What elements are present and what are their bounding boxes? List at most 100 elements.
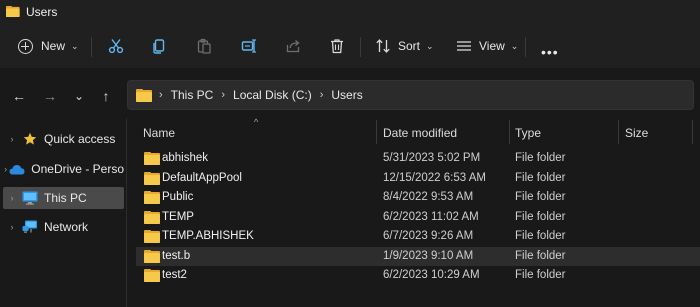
file-type: File folder [515, 152, 566, 164]
address-bar[interactable]: › This PC › Local Disk (C:) › Users [127, 80, 694, 110]
delete-button[interactable] [326, 35, 348, 57]
expand-chevron-icon[interactable]: › [4, 193, 20, 203]
paste-icon [197, 38, 211, 54]
file-date-modified: 8/4/2022 9:53 AM [383, 191, 474, 203]
monitor-icon [22, 191, 38, 205]
arrow-left-icon: ← [12, 88, 26, 104]
forward-button[interactable]: → [40, 86, 60, 106]
new-button-label: New [41, 39, 66, 53]
delete-icon [331, 39, 343, 54]
share-button[interactable] [282, 35, 304, 57]
paste-button[interactable] [193, 35, 215, 57]
pane-divider[interactable] [126, 118, 127, 307]
file-row[interactable]: Public 8/4/2022 9:53 AM File folder [136, 188, 700, 208]
sidebar-item-label: OneDrive - Perso [31, 162, 124, 176]
view-button[interactable]: View ⌄ [456, 31, 518, 61]
folder-icon [144, 269, 160, 282]
file-name: test.b [162, 249, 191, 262]
sidebar-item-label: Network [44, 220, 89, 234]
breadcrumb-separator: › [159, 89, 163, 101]
folder-icon [144, 152, 160, 165]
file-type: File folder [515, 249, 566, 262]
share-icon [286, 40, 300, 53]
new-button[interactable]: New ⌄ [18, 31, 79, 61]
sidebar-item-onedrive[interactable]: › OneDrive - Perso [0, 158, 124, 180]
file-row[interactable]: test.b 1/9/2023 9:10 AM File folder [136, 246, 700, 266]
recent-locations-button[interactable]: ⌄ [69, 86, 89, 106]
copy-button[interactable] [148, 35, 170, 57]
breadcrumb-local-disk[interactable]: Local Disk (C:) [233, 88, 312, 102]
column-resize-handle[interactable] [692, 120, 693, 144]
sidebar-item-this-pc[interactable]: › This PC [3, 187, 124, 209]
toolbar-divider [91, 37, 92, 57]
file-date-modified: 5/31/2023 5:02 PM [383, 152, 481, 164]
sidebar-item-quick-access[interactable]: › Quick access [0, 128, 124, 150]
expand-chevron-icon[interactable]: › [4, 134, 20, 144]
star-icon [22, 132, 38, 146]
folder-icon [144, 210, 160, 224]
column-header-name[interactable]: Name [143, 126, 175, 140]
folder-icon [144, 249, 160, 263]
chevron-down-icon: ⌄ [510, 40, 519, 51]
file-row[interactable]: TEMP 6/2/2023 11:02 AM File folder [136, 208, 700, 228]
cut-icon [108, 39, 124, 54]
file-type: File folder [515, 210, 566, 223]
more-options-button[interactable]: ••• [541, 37, 559, 67]
file-type: File folder [515, 230, 566, 242]
file-row[interactable]: TEMP.ABHISHEK 6/7/2023 9:26 AM File fold… [136, 227, 700, 247]
cloud-icon [9, 162, 25, 176]
column-header-date-modified[interactable]: Date modified [383, 126, 457, 140]
folder-icon [6, 6, 20, 18]
sidebar-item-network[interactable]: › Network [0, 216, 124, 238]
expand-chevron-icon[interactable]: › [4, 222, 20, 232]
breadcrumb-this-pc[interactable]: This PC [171, 88, 214, 102]
column-header-type[interactable]: Type [515, 126, 541, 140]
file-type: File folder [515, 171, 566, 184]
column-resize-handle[interactable] [376, 120, 377, 144]
column-header-size[interactable]: Size [625, 126, 648, 140]
file-date-modified: 6/2/2023 11:02 AM [383, 210, 479, 223]
file-type: File folder [515, 191, 566, 203]
folder-icon [136, 88, 152, 102]
file-name: test2 [162, 269, 187, 281]
file-row[interactable]: test2 6/2/2023 10:29 AM File folder [136, 266, 700, 286]
chevron-down-icon: ⌄ [426, 40, 434, 51]
folder-icon [144, 171, 160, 185]
expand-chevron-icon[interactable]: › [4, 164, 7, 174]
arrow-up-icon: ↑ [102, 88, 110, 104]
toolbar-divider [360, 37, 361, 57]
cut-button[interactable] [105, 35, 127, 57]
up-button[interactable]: ↑ [96, 86, 116, 106]
toolbar-divider [525, 37, 526, 57]
file-type: File folder [515, 269, 566, 281]
sidebar-item-label: This PC [44, 191, 87, 205]
copy-icon [153, 39, 165, 54]
file-date-modified: 1/9/2023 9:10 AM [383, 249, 474, 262]
file-name: DefaultAppPool [162, 171, 242, 184]
file-row[interactable]: abhishek 5/31/2023 5:02 PM File folder [136, 149, 700, 169]
view-button-label: View [479, 39, 505, 53]
back-button[interactable]: ← [9, 86, 29, 106]
file-row[interactable]: DefaultAppPool 12/15/2022 6:53 AM File f… [136, 169, 700, 189]
file-date-modified: 12/15/2022 6:53 AM [383, 171, 486, 184]
sort-button[interactable]: Sort ⌄ [375, 31, 434, 61]
network-icon [22, 220, 38, 234]
more-icon: ••• [541, 44, 559, 60]
column-resize-handle[interactable] [509, 120, 510, 144]
arrow-right-icon: → [43, 88, 57, 104]
breadcrumb-users[interactable]: Users [331, 88, 362, 102]
file-date-modified: 6/2/2023 10:29 AM [383, 269, 480, 281]
file-name: abhishek [162, 152, 209, 164]
view-icon [457, 41, 471, 51]
column-resize-handle[interactable] [618, 120, 619, 144]
sort-button-label: Sort [398, 39, 421, 53]
file-name: Public [162, 191, 194, 203]
file-name: TEMP.ABHISHEK [162, 230, 254, 242]
file-date-modified: 6/7/2023 9:26 AM [383, 230, 474, 242]
rename-icon [241, 39, 256, 53]
breadcrumb-separator: › [221, 89, 226, 101]
sidebar-item-label: Quick access [44, 132, 116, 146]
file-name: TEMP [162, 210, 194, 223]
rename-button[interactable] [238, 35, 260, 57]
sort-ascending-caret-icon: ^ [254, 117, 259, 127]
